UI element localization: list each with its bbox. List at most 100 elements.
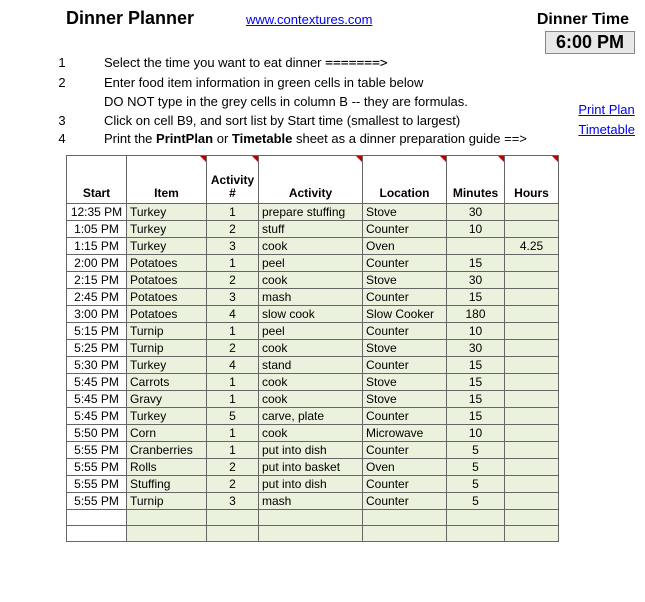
cell-activity-num[interactable]: 3 [207, 289, 259, 306]
cell-activity-num[interactable]: 2 [207, 272, 259, 289]
cell-location[interactable]: Counter [363, 221, 447, 238]
cell-location[interactable]: Stove [363, 374, 447, 391]
cell-minutes[interactable]: 15 [447, 289, 505, 306]
cell-blank[interactable] [447, 526, 505, 542]
cell-minutes[interactable]: 10 [447, 425, 505, 442]
cell-blank[interactable] [363, 510, 447, 526]
col-minutes[interactable]: Minutes [447, 156, 505, 204]
cell-blank[interactable] [505, 510, 559, 526]
cell-location[interactable]: Stove [363, 272, 447, 289]
cell-activity-num[interactable]: 1 [207, 442, 259, 459]
cell-activity[interactable]: cook [259, 340, 363, 357]
cell-item[interactable]: Turkey [127, 221, 207, 238]
cell-blank[interactable] [67, 526, 127, 542]
cell-blank[interactable] [207, 510, 259, 526]
cell-minutes[interactable]: 30 [447, 340, 505, 357]
cell-location[interactable]: Microwave [363, 425, 447, 442]
cell-item[interactable]: Cranberries [127, 442, 207, 459]
cell-hours[interactable] [505, 476, 559, 493]
cell-activity-num[interactable]: 4 [207, 306, 259, 323]
cell-activity[interactable]: put into basket [259, 459, 363, 476]
cell-hours[interactable] [505, 493, 559, 510]
cell-activity-num[interactable]: 3 [207, 493, 259, 510]
cell-activity-num[interactable]: 2 [207, 340, 259, 357]
cell-activity[interactable]: prepare stuffing [259, 204, 363, 221]
cell-activity-num[interactable]: 1 [207, 255, 259, 272]
cell-minutes[interactable]: 180 [447, 306, 505, 323]
cell-minutes[interactable]: 15 [447, 408, 505, 425]
col-hours[interactable]: Hours [505, 156, 559, 204]
cell-activity[interactable]: mash [259, 289, 363, 306]
cell-minutes[interactable]: 15 [447, 357, 505, 374]
cell-location[interactable]: Oven [363, 459, 447, 476]
cell-activity-num[interactable]: 2 [207, 476, 259, 493]
cell-blank[interactable] [259, 526, 363, 542]
cell-item[interactable]: Corn [127, 425, 207, 442]
cell-location[interactable]: Counter [363, 255, 447, 272]
cell-item[interactable]: Turnip [127, 340, 207, 357]
col-activity-num[interactable]: Activity # [207, 156, 259, 204]
cell-hours[interactable] [505, 323, 559, 340]
cell-minutes[interactable]: 15 [447, 391, 505, 408]
cell-item[interactable]: Turkey [127, 204, 207, 221]
cell-activity-num[interactable]: 3 [207, 238, 259, 255]
cell-location[interactable]: Counter [363, 408, 447, 425]
cell-minutes[interactable]: 5 [447, 493, 505, 510]
cell-activity-num[interactable]: 2 [207, 221, 259, 238]
cell-item[interactable]: Potatoes [127, 306, 207, 323]
cell-blank[interactable] [363, 526, 447, 542]
cell-minutes[interactable]: 5 [447, 442, 505, 459]
cell-activity-num[interactable]: 1 [207, 425, 259, 442]
cell-minutes[interactable]: 15 [447, 255, 505, 272]
cell-item[interactable]: Gravy [127, 391, 207, 408]
cell-hours[interactable] [505, 425, 559, 442]
cell-activity-num[interactable]: 1 [207, 391, 259, 408]
cell-blank[interactable] [259, 510, 363, 526]
cell-hours[interactable] [505, 391, 559, 408]
cell-activity[interactable]: peel [259, 323, 363, 340]
cell-item[interactable]: Turnip [127, 493, 207, 510]
cell-location[interactable]: Counter [363, 289, 447, 306]
cell-minutes[interactable]: 10 [447, 221, 505, 238]
cell-activity[interactable]: cook [259, 272, 363, 289]
cell-activity-num[interactable]: 4 [207, 357, 259, 374]
cell-location[interactable]: Counter [363, 442, 447, 459]
cell-location[interactable]: Stove [363, 204, 447, 221]
cell-item[interactable]: Turkey [127, 357, 207, 374]
cell-minutes[interactable]: 10 [447, 323, 505, 340]
cell-hours[interactable] [505, 442, 559, 459]
cell-item[interactable]: Turkey [127, 238, 207, 255]
col-activity[interactable]: Activity [259, 156, 363, 204]
cell-activity-num[interactable]: 2 [207, 459, 259, 476]
cell-item[interactable]: Turnip [127, 323, 207, 340]
cell-activity[interactable]: put into dish [259, 476, 363, 493]
cell-location[interactable]: Counter [363, 357, 447, 374]
cell-blank[interactable] [127, 526, 207, 542]
cell-hours[interactable] [505, 459, 559, 476]
timetable-link[interactable]: Timetable [578, 120, 635, 140]
cell-activity[interactable]: cook [259, 238, 363, 255]
cell-location[interactable]: Oven [363, 238, 447, 255]
cell-hours[interactable] [505, 221, 559, 238]
cell-minutes[interactable] [447, 238, 505, 255]
cell-hours[interactable] [505, 374, 559, 391]
cell-location[interactable]: Slow Cooker [363, 306, 447, 323]
cell-hours[interactable] [505, 204, 559, 221]
cell-activity[interactable]: stuff [259, 221, 363, 238]
cell-minutes[interactable]: 5 [447, 459, 505, 476]
cell-hours[interactable] [505, 408, 559, 425]
cell-activity-num[interactable]: 1 [207, 374, 259, 391]
cell-blank[interactable] [127, 510, 207, 526]
cell-blank[interactable] [447, 510, 505, 526]
cell-location[interactable]: Counter [363, 323, 447, 340]
cell-minutes[interactable]: 5 [447, 476, 505, 493]
cell-activity-num[interactable]: 5 [207, 408, 259, 425]
cell-activity-num[interactable]: 1 [207, 204, 259, 221]
cell-hours[interactable] [505, 340, 559, 357]
cell-activity[interactable]: peel [259, 255, 363, 272]
cell-activity[interactable]: cook [259, 374, 363, 391]
cell-location[interactable]: Stove [363, 340, 447, 357]
cell-blank[interactable] [207, 526, 259, 542]
cell-activity[interactable]: mash [259, 493, 363, 510]
cell-activity[interactable]: put into dish [259, 442, 363, 459]
